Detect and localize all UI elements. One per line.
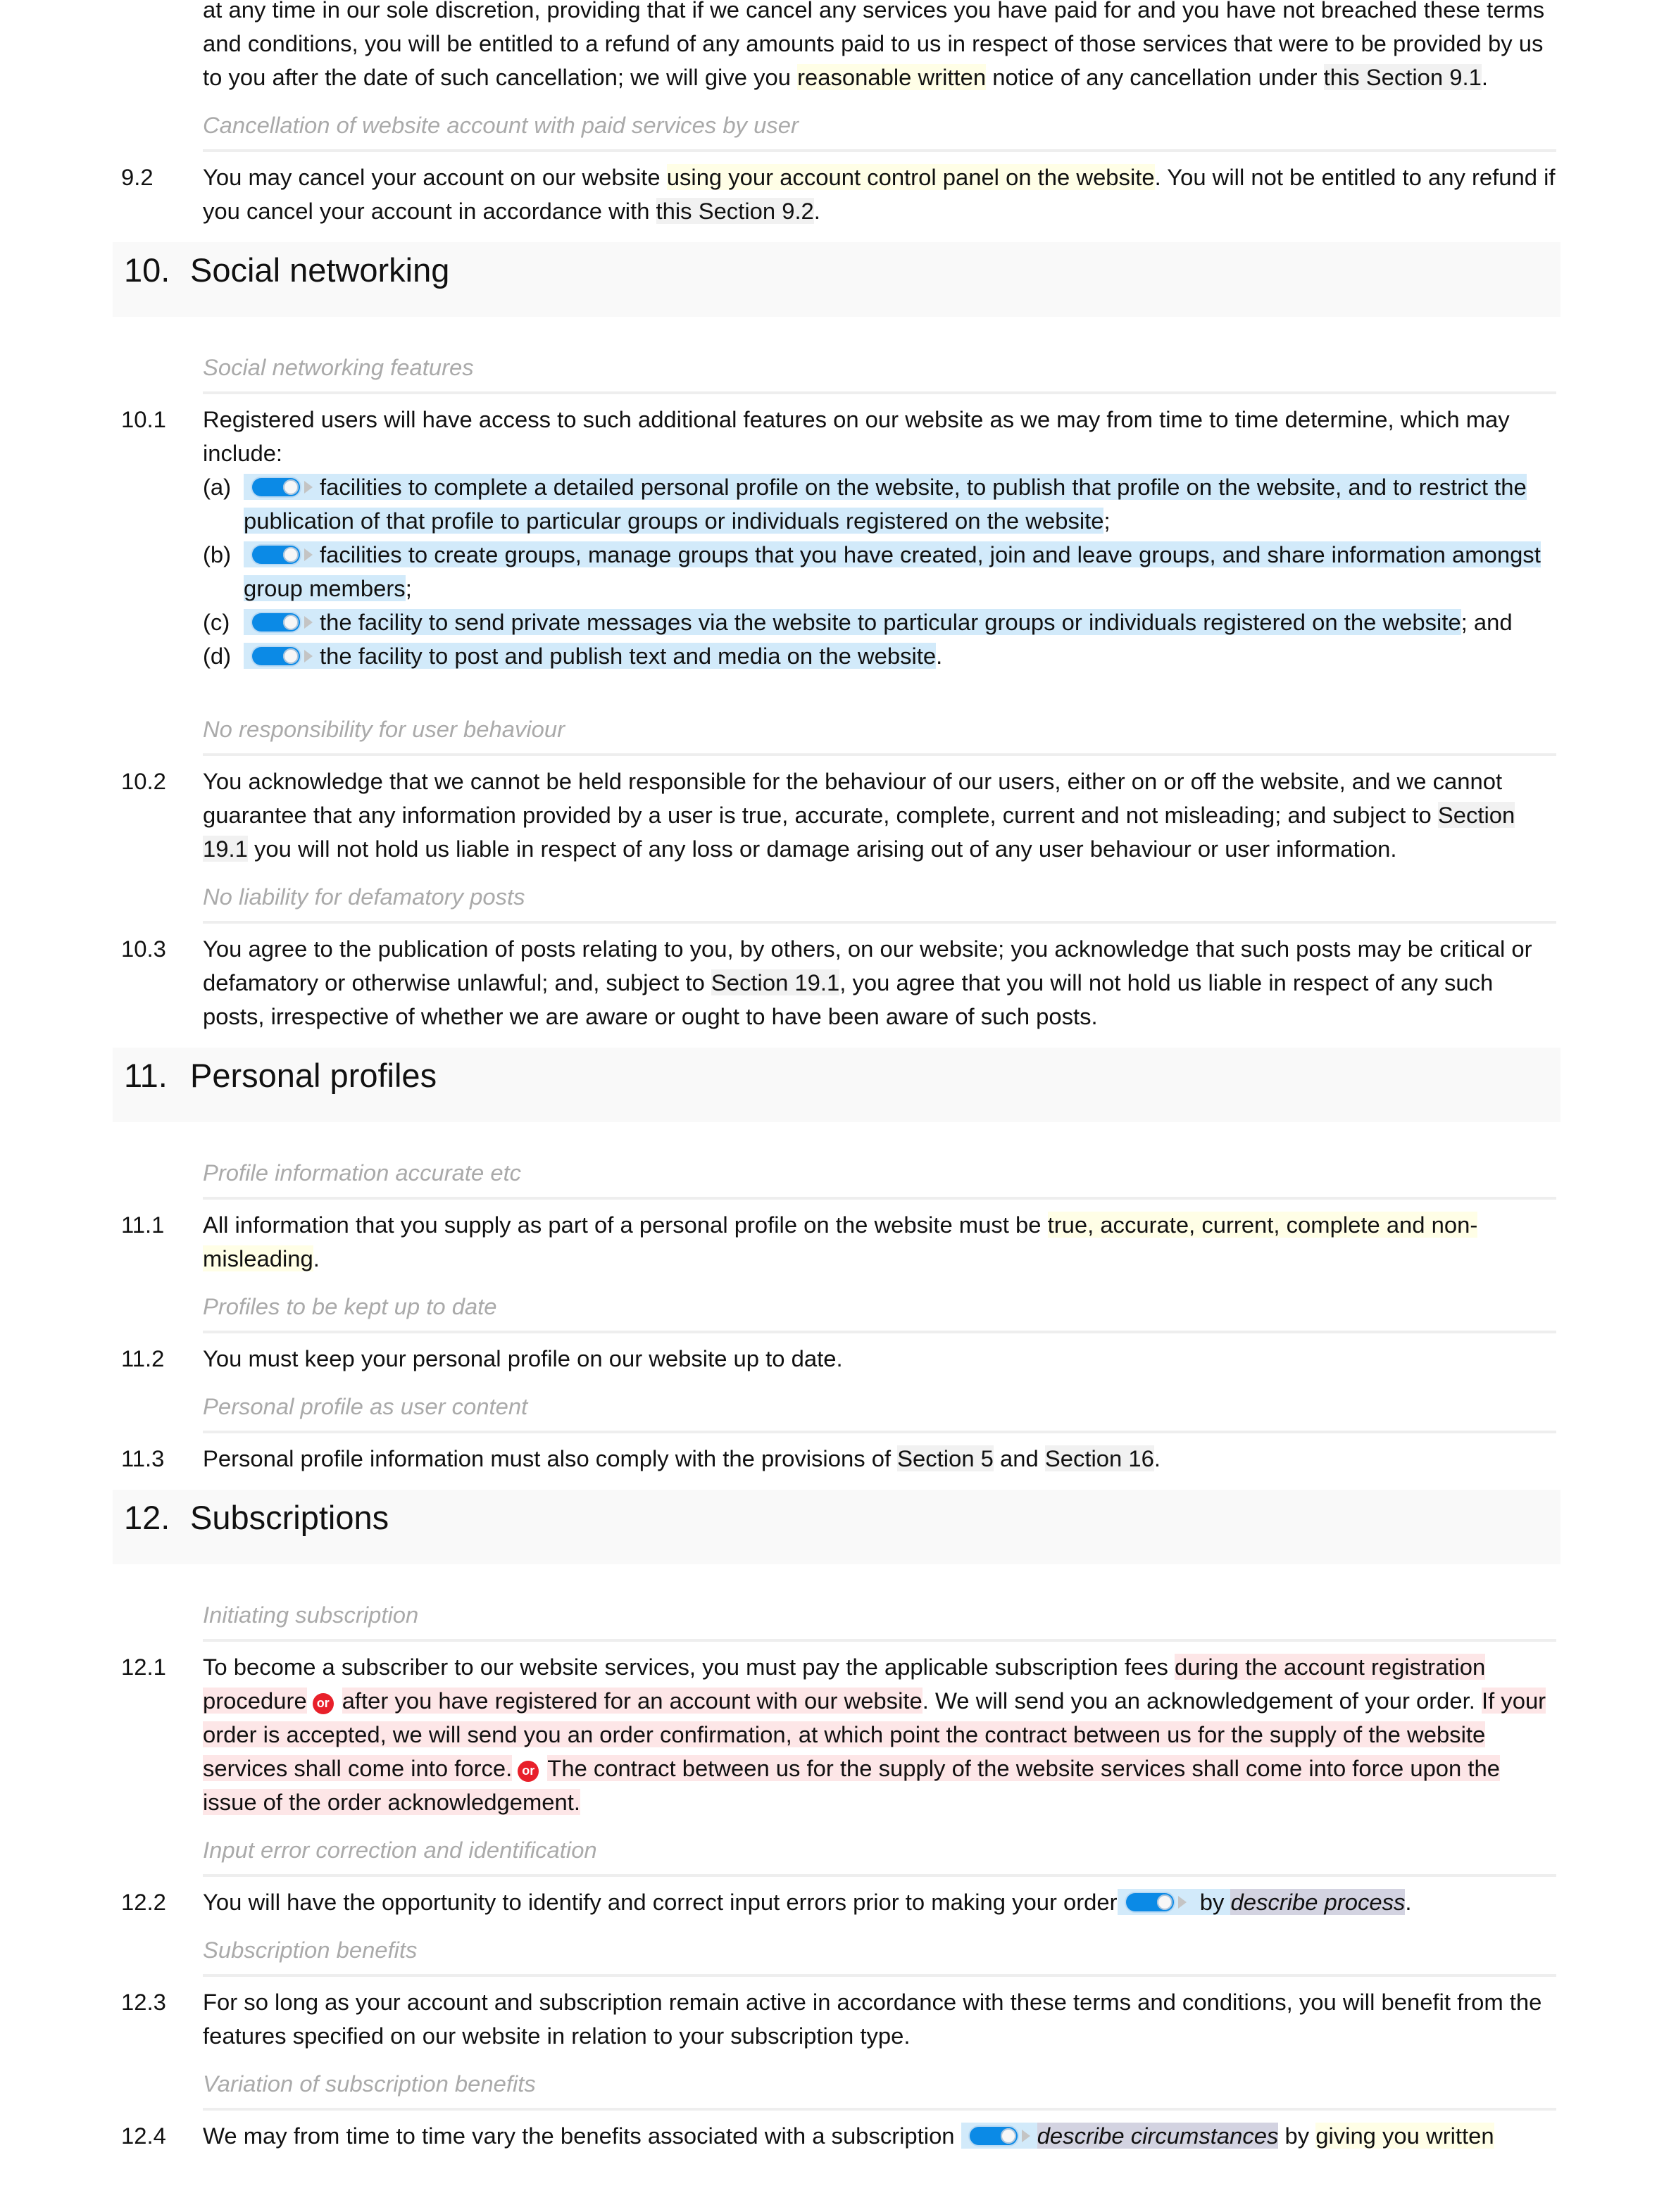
clause-subtitle: Subscription benefits [203, 1919, 1556, 1977]
section-heading-12: 12. Subscriptions [113, 1490, 1561, 1564]
clause-9-2: 9.2 You may cancel your account on our w… [0, 161, 1676, 228]
clause-10-1: 10.1 Registered users will have access t… [0, 403, 1676, 673]
clause-text: For so long as your account and subscrip… [203, 1989, 1542, 2049]
clause-subtitle: Social networking features [203, 337, 1556, 394]
optional-toggle-text: by [1117, 1889, 1231, 1915]
optional-toggle-text [961, 2123, 1037, 2149]
clause-10-3: 10.3 You agree to the publication of pos… [0, 932, 1676, 1033]
clause-subtitle: No responsibility for user behaviour [203, 698, 1556, 756]
section-reference[interactable]: this Section 9.1 [1323, 64, 1482, 90]
sub-clause-item: (b) facilities to create groups, manage … [203, 538, 1556, 605]
clause-number: 10.3 [121, 936, 166, 962]
clause-12-3: 12.3 For so long as your account and sub… [0, 1985, 1676, 2053]
section-title: Subscriptions [190, 1499, 389, 1536]
section-number: 11. [124, 1057, 168, 1094]
optional-text[interactable]: giving you written [1315, 2123, 1494, 2149]
clause-11-2: 11.2 You must keep your personal profile… [0, 1342, 1676, 1376]
clause-number: 10.2 [121, 768, 166, 794]
clause-number: 12.2 [121, 1889, 166, 1915]
toggle-switch-icon[interactable] [252, 478, 313, 496]
toggle-switch-icon[interactable] [252, 647, 313, 665]
optional-toggle-text: facilities to create groups, manage grou… [244, 541, 1541, 601]
section-number: 10. [124, 251, 170, 289]
sub-clause-letter: (d) [203, 643, 232, 669]
variable-placeholder[interactable]: describe process [1230, 1889, 1406, 1915]
optional-text[interactable]: using your account control panel on the … [666, 164, 1155, 190]
clause-text: Personal profile information must also c… [203, 1445, 1161, 1471]
section-heading-10: 10. Social networking [113, 242, 1561, 317]
sub-clause-item: (a) facilities to complete a detailed pe… [203, 470, 1556, 538]
section-reference[interactable]: Section 19.1 [711, 969, 840, 995]
clause-12-4: 12.4 We may from time to time vary the b… [0, 2119, 1676, 2153]
toggle-switch-icon[interactable] [252, 613, 313, 631]
clause-11-1: 11.1 All information that you supply as … [0, 1208, 1676, 1276]
clause-subtitle: Profiles to be kept up to date [203, 1276, 1556, 1333]
optional-text[interactable]: reasonable written [797, 64, 987, 90]
clause-9-1-continuation: at any time in our sole discretion, prov… [0, 0, 1676, 94]
sub-clause-list: (a) facilities to complete a detailed pe… [203, 470, 1556, 673]
clause-number: 10.1 [121, 406, 166, 432]
clause-subtitle: Cancellation of website account with pai… [203, 94, 1556, 152]
section-number: 12. [124, 1499, 170, 1536]
clause-text: You agree to the publication of posts re… [203, 936, 1532, 1029]
section-heading-11: 11. Personal profiles [113, 1048, 1561, 1122]
clause-subtitle: Variation of subscription benefits [203, 2053, 1556, 2111]
toggle-switch-icon[interactable] [969, 2127, 1030, 2145]
clause-11-3: 11.3 Personal profile information must a… [0, 1442, 1676, 1476]
variable-placeholder[interactable]: describe circumstances [1037, 2123, 1279, 2149]
sub-clause-letter: (a) [203, 474, 232, 500]
clause-text: You acknowledge that we cannot be held r… [203, 768, 1515, 862]
clause-text: Registered users will have access to suc… [203, 406, 1510, 466]
section-reference[interactable]: Section 16 [1044, 1445, 1154, 1471]
clause-number: 12.3 [121, 1989, 166, 2015]
clause-subtitle: Initiating subscription [203, 1584, 1556, 1642]
toggle-switch-icon[interactable] [252, 546, 313, 564]
clause-subtitle: Input error correction and identificatio… [203, 1819, 1556, 1877]
clause-10-2: 10.2 You acknowledge that we cannot be h… [0, 765, 1676, 866]
clause-subtitle: No liability for defamatory posts [203, 866, 1556, 924]
clause-subtitle: Profile information accurate etc [203, 1142, 1556, 1200]
sub-clause-letter: (c) [203, 609, 230, 635]
clause-text: To become a subscriber to our website se… [203, 1654, 1546, 1815]
sub-clause-item: (d) the facility to post and publish tex… [203, 639, 1556, 673]
clause-text: at any time in our sole discretion, prov… [203, 0, 1545, 90]
section-reference[interactable]: this Section 9.2 [656, 198, 814, 224]
clause-text: You may cancel your account on our websi… [203, 164, 1556, 224]
clause-number: 12.1 [121, 1654, 166, 1680]
clause-text: You will have the opportunity to identif… [203, 1889, 1412, 1915]
optional-toggle-text: facilities to complete a detailed person… [244, 474, 1527, 534]
or-badge-icon[interactable]: or [312, 1693, 334, 1714]
clause-number: 11.1 [121, 1212, 165, 1238]
clause-number: 12.4 [121, 2123, 166, 2149]
clause-text: We may from time to time vary the benefi… [203, 2123, 1494, 2149]
clause-number: 11.3 [121, 1445, 165, 1471]
or-badge-icon[interactable]: or [518, 1761, 539, 1782]
sub-clause-item: (c) the facility to send private message… [203, 605, 1556, 639]
clause-number: 11.2 [121, 1345, 165, 1371]
toggle-switch-icon[interactable] [1125, 1893, 1187, 1911]
optional-toggle-text: the facility to send private messages vi… [244, 609, 1461, 635]
alternative-text[interactable]: after you have registered for an account… [342, 1688, 923, 1714]
clause-text: You must keep your personal profile on o… [203, 1345, 843, 1371]
section-reference[interactable]: Section 5 [897, 1445, 994, 1471]
sub-clause-letter: (b) [203, 541, 232, 567]
clause-12-2: 12.2 You will have the opportunity to id… [0, 1885, 1676, 1919]
clause-12-1: 12.1 To become a subscriber to our websi… [0, 1650, 1676, 1819]
clause-number: 9.2 [121, 164, 154, 190]
document-page: at any time in our sole discretion, prov… [0, 0, 1676, 2153]
clause-subtitle: Personal profile as user content [203, 1376, 1556, 1433]
clause-text: All information that you supply as part … [203, 1212, 1478, 1271]
section-title: Personal profiles [190, 1057, 437, 1094]
optional-toggle-text: the facility to post and publish text an… [244, 643, 937, 669]
section-title: Social networking [190, 251, 450, 289]
